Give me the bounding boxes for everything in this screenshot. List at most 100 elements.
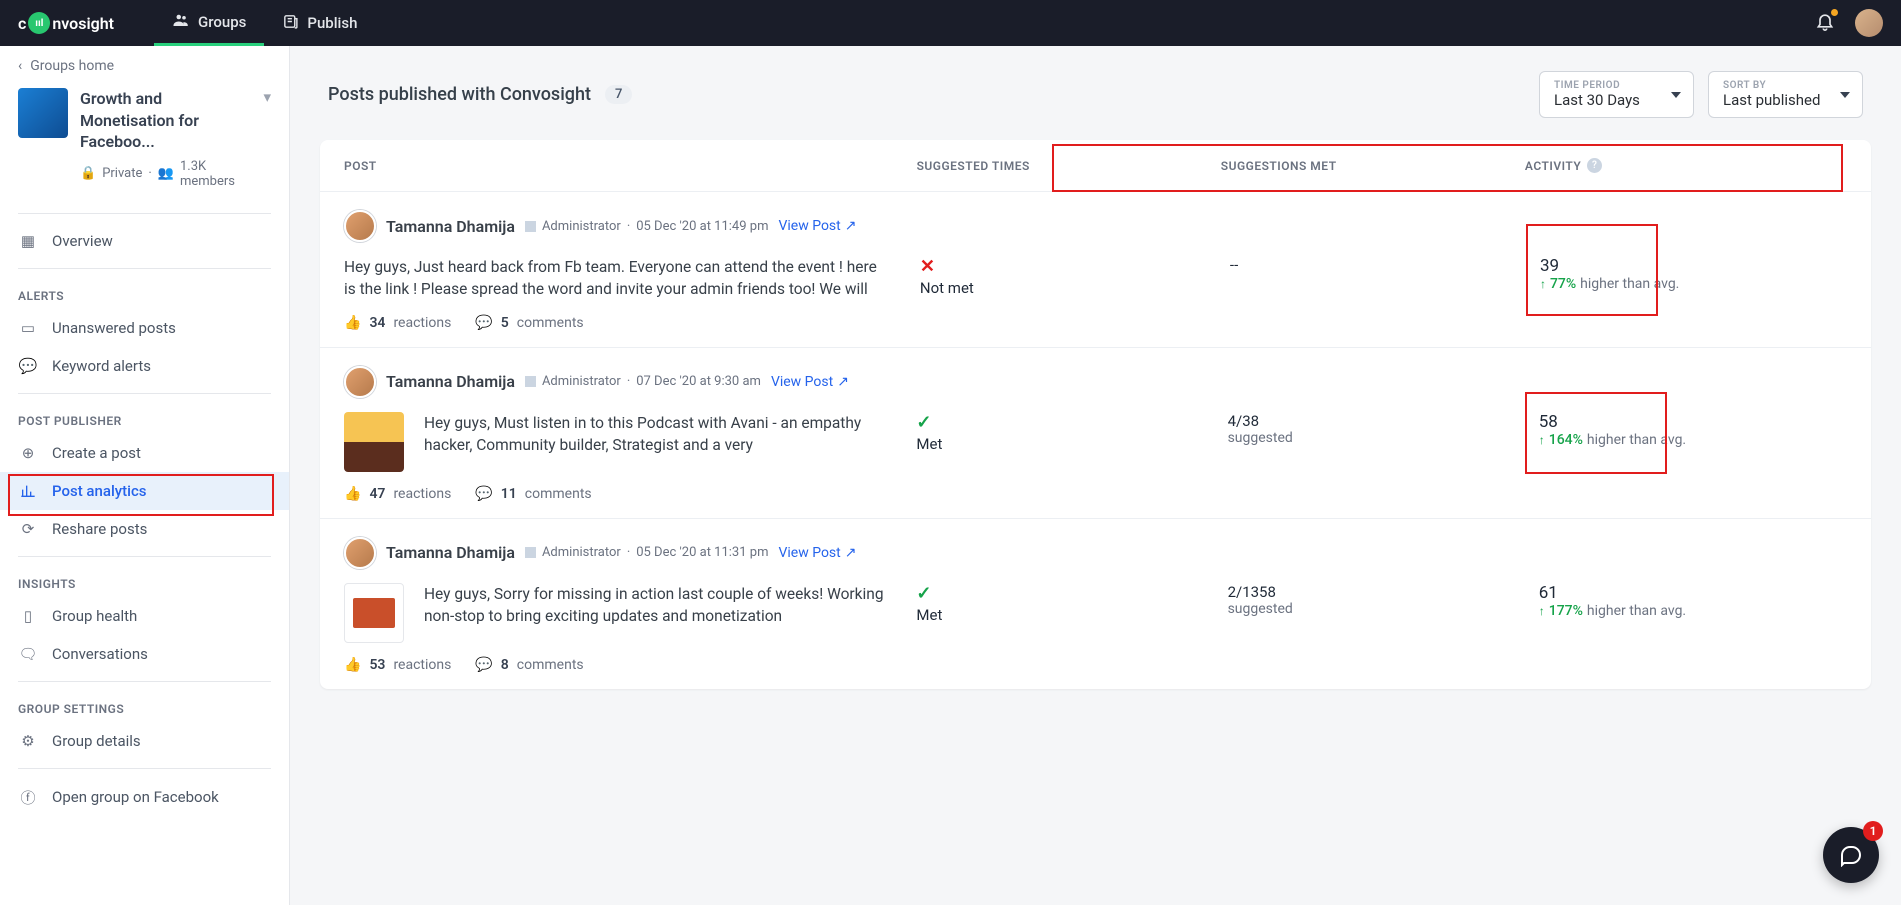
- activity-tail: higher than avg.: [1587, 603, 1686, 619]
- like-icon: 👍: [344, 486, 361, 502]
- comments-count[interactable]: 💬 11 comments: [475, 486, 591, 502]
- arrow-up-icon: ↑: [1540, 277, 1546, 291]
- post-analytics-label: Post analytics: [52, 482, 147, 500]
- sidebar-item-create-post[interactable]: ⊕ Create a post: [0, 434, 289, 472]
- external-link-icon: ↗: [837, 374, 849, 390]
- arrow-up-icon: ↑: [1539, 604, 1545, 618]
- post-text: Hey guys, Must listen in to this Podcast…: [424, 412, 896, 457]
- activity-value: 61: [1539, 583, 1847, 603]
- th-suggestions-met: SUGGESTIONS MET: [1221, 159, 1525, 173]
- view-post-link[interactable]: View Post ↗: [778, 218, 856, 234]
- sidebar-item-keyword-alerts[interactable]: 💬 Keyword alerts: [0, 347, 289, 385]
- back-to-groups-home[interactable]: ‹ Groups home: [0, 58, 289, 88]
- comments-count[interactable]: 💬 8 comments: [475, 657, 583, 673]
- sidebar-item-unanswered[interactable]: ▭ Unanswered posts: [0, 309, 289, 347]
- sort-by-select[interactable]: SORT BY Last published: [1708, 71, 1863, 118]
- logo[interactable]: c ııl nvosight: [18, 12, 114, 34]
- author-avatar[interactable]: [344, 537, 376, 569]
- comments-number: 5: [501, 315, 509, 331]
- group-settings-section-label: GROUP SETTINGS: [0, 690, 289, 722]
- author-name[interactable]: Tamanna Dhamija: [386, 372, 515, 391]
- sidebar-item-group-details[interactable]: ⚙ Group details: [0, 722, 289, 760]
- post-date: 07 Dec '20 at 9:30 am: [636, 374, 761, 389]
- activity-value: 58: [1539, 412, 1847, 432]
- help-icon[interactable]: ?: [1587, 158, 1602, 173]
- author-role: Administrator: [542, 374, 621, 389]
- suggestions-label: suggested: [1228, 430, 1519, 446]
- notifications-bell-icon[interactable]: [1815, 11, 1835, 35]
- author-name[interactable]: Tamanna Dhamija: [386, 217, 515, 236]
- user-avatar[interactable]: [1855, 9, 1883, 37]
- suggestions-label: suggested: [1228, 601, 1519, 617]
- post-text: Hey guys, Just heard back from Fb team. …: [344, 256, 900, 301]
- post-thumbnail[interactable]: [344, 583, 404, 643]
- status-check-icon: ✓: [916, 583, 1207, 604]
- comments-label: comments: [517, 657, 584, 673]
- group-thumbnail: [18, 88, 68, 138]
- nav-publish-label: Publish: [307, 14, 357, 32]
- comment-icon: 💬: [475, 486, 492, 502]
- sidebar-item-group-health[interactable]: ▯ Group health: [0, 597, 289, 635]
- activity-percent: 164%: [1549, 432, 1583, 448]
- reactions-number: 53: [369, 657, 385, 673]
- chat-icon: 💬: [18, 357, 38, 375]
- sidebar-item-reshare[interactable]: ⟳ Reshare posts: [0, 510, 289, 548]
- comments-count[interactable]: 💬 5 comments: [475, 315, 583, 331]
- sidebar-item-post-analytics[interactable]: Post analytics: [0, 472, 289, 510]
- post-publisher-section-label: POST PUBLISHER: [0, 402, 289, 434]
- author-role: Administrator: [542, 219, 621, 234]
- posts-table: POST SUGGESTED TIMES SUGGESTIONS MET ACT…: [320, 140, 1871, 689]
- post-date: 05 Dec '20 at 11:49 pm: [636, 219, 768, 234]
- sort-by-value: Last published: [1723, 91, 1826, 109]
- view-post-link[interactable]: View Post ↗: [771, 374, 849, 390]
- bar-chart-icon: [18, 483, 38, 499]
- post-thumbnail[interactable]: [344, 412, 404, 472]
- nav-publish[interactable]: Publish: [264, 0, 375, 46]
- group-meta: 🔒 Private · 👥 1.3K members: [80, 159, 251, 189]
- view-post-link[interactable]: View Post ↗: [778, 545, 856, 561]
- th-activity: ACTIVITY ?: [1525, 158, 1847, 173]
- post-icon: ▭: [18, 319, 38, 337]
- post-date: 05 Dec '20 at 11:31 pm: [636, 545, 768, 560]
- refresh-icon: ⟳: [18, 520, 38, 538]
- sidebar-item-conversations[interactable]: 🗨 Conversations: [0, 635, 289, 673]
- reactions-count[interactable]: 👍 34 reactions: [344, 315, 451, 331]
- author-avatar[interactable]: [344, 366, 376, 398]
- group-health-label: Group health: [52, 607, 137, 625]
- sidebar-item-open-facebook[interactable]: ⓕ Open group on Facebook: [0, 777, 289, 818]
- open-facebook-label: Open group on Facebook: [52, 788, 219, 806]
- th-activity-label: ACTIVITY: [1525, 159, 1581, 173]
- grid-icon: ▦: [18, 232, 38, 250]
- post-row: Tamanna Dhamija Administrator · 05 Dec '…: [320, 519, 1871, 689]
- publish-icon: [282, 13, 299, 34]
- external-link-icon: ↗: [845, 545, 857, 561]
- admin-badge-icon: [525, 376, 536, 387]
- members-icon: 👥: [158, 166, 174, 181]
- reactions-label: reactions: [393, 657, 451, 673]
- alerts-section-label: ALERTS: [0, 277, 289, 309]
- sidebar-item-overview[interactable]: ▦ Overview: [0, 222, 289, 260]
- suggestions-value: 2/1358: [1228, 583, 1519, 601]
- group-header[interactable]: Growth and Monetisation for Faceboo... 🔒…: [0, 88, 289, 205]
- keyword-label: Keyword alerts: [52, 357, 151, 375]
- activity-percent: 77%: [1550, 276, 1576, 292]
- time-period-select[interactable]: TIME PERIOD Last 30 Days: [1539, 71, 1694, 118]
- nav-groups-label: Groups: [198, 13, 246, 31]
- suggestions-value: --: [1230, 256, 1520, 274]
- reactions-count[interactable]: 👍 47 reactions: [344, 486, 451, 502]
- comments-number: 8: [501, 657, 509, 673]
- post-text: Hey guys, Sorry for missing in action la…: [424, 583, 896, 628]
- activity-tail: higher than avg.: [1580, 276, 1679, 292]
- chevron-down-icon[interactable]: ▾: [263, 88, 271, 106]
- battery-icon: ▯: [18, 607, 38, 625]
- reactions-number: 34: [369, 315, 385, 331]
- reactions-count[interactable]: 👍 53 reactions: [344, 657, 451, 673]
- plus-circle-icon: ⊕: [18, 444, 38, 462]
- chat-fab[interactable]: 1: [1823, 827, 1879, 883]
- like-icon: 👍: [344, 657, 361, 673]
- nav-groups[interactable]: Groups: [154, 0, 264, 46]
- author-avatar[interactable]: [344, 210, 376, 242]
- reshare-label: Reshare posts: [52, 520, 147, 538]
- conversations-label: Conversations: [52, 645, 148, 663]
- author-name[interactable]: Tamanna Dhamija: [386, 543, 515, 562]
